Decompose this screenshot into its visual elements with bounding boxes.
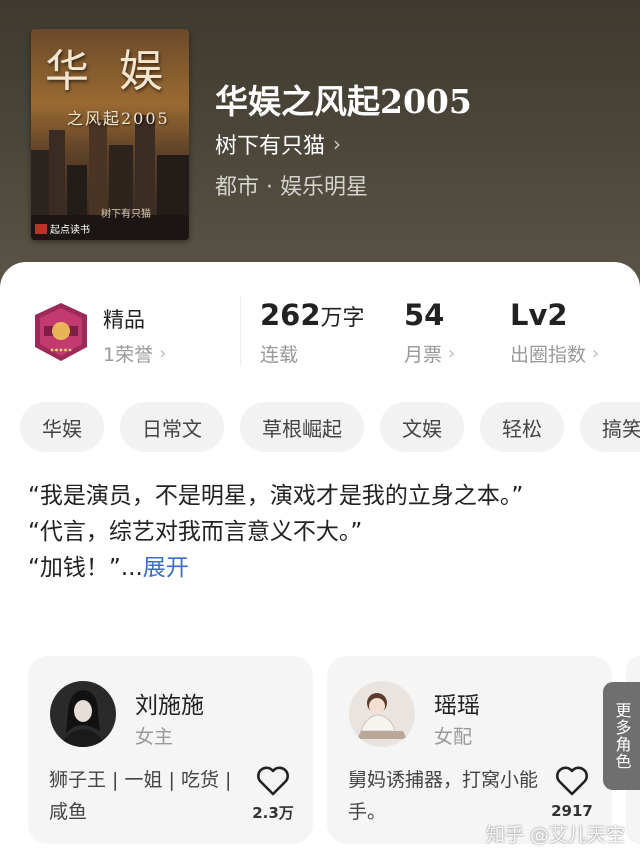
- book-title: 华娱之风起2005: [215, 82, 472, 121]
- cover-subtitle: 之风起2005: [67, 109, 170, 128]
- cover-publisher: 起点读书: [35, 221, 90, 236]
- author-name: 树下有只猫: [215, 134, 326, 159]
- character-role: 女配: [434, 726, 473, 748]
- serial-status: 连载: [260, 344, 299, 366]
- tag-chip[interactable]: 华娱: [20, 402, 104, 452]
- character-name: 瑶瑶: [434, 693, 480, 719]
- character-name: 刘施施: [135, 693, 204, 719]
- book-header: 华 娱 之风起2005 树下有只猫 起点读书 华娱之风起2005 树下有只猫 ›…: [0, 0, 640, 290]
- expand-link[interactable]: 展开: [143, 555, 189, 581]
- monthly-ticket-count: 54: [404, 298, 445, 332]
- popularity-level: Lv2: [510, 298, 568, 332]
- cover-title: 华 娱: [45, 46, 171, 97]
- character-description: 狮子王 | 一姐 | 吃货 | 咸鱼: [49, 769, 232, 823]
- word-count-unit: 万字: [320, 306, 365, 331]
- character-card[interactable]: 刘施施 女主 狮子王 | 一姐 | 吃货 | 咸鱼 2.3万: [28, 656, 313, 844]
- book-cover[interactable]: 华 娱 之风起2005 树下有只猫 起点读书: [31, 29, 189, 240]
- watermark-text: 知乎 @艾儿天空: [486, 824, 626, 846]
- author-link[interactable]: 树下有只猫 ›: [215, 128, 341, 160]
- synopsis-line: “加钱！”: [28, 555, 121, 581]
- more-roles-button[interactable]: 更多角色: [603, 682, 640, 790]
- tag-list: 华娱 日常文 草根崛起 文娱 轻松 搞笑: [20, 402, 640, 452]
- more-roles-label: 更多角色: [612, 702, 632, 770]
- character-card[interactable]: 瑶瑶 女配 舅妈诱捕器，打窝小能手。 2917: [327, 656, 612, 844]
- cover-author: 树下有只猫: [101, 209, 151, 220]
- chevron-right-icon: ›: [448, 343, 456, 364]
- synopsis-ellipsis: ...: [120, 555, 143, 581]
- honor-count: 1荣誉: [103, 344, 154, 366]
- book-genre: 都市 · 娱乐明星: [215, 175, 368, 200]
- tag-chip[interactable]: 日常文: [120, 402, 224, 452]
- premium-seal-icon[interactable]: [30, 301, 92, 363]
- heart-icon[interactable]: [555, 766, 589, 796]
- tag-chip[interactable]: 轻松: [480, 402, 564, 452]
- monthly-ticket-link[interactable]: 月票 ›: [404, 340, 455, 367]
- premium-label: 精品: [103, 308, 145, 332]
- popularity-label: 出圈指数: [510, 344, 587, 366]
- character-avatar: [349, 681, 415, 747]
- chevron-right-icon: ›: [333, 132, 342, 156]
- like-count: 2.3万: [252, 804, 294, 822]
- heart-icon[interactable]: [256, 766, 290, 796]
- book-synopsis: “我是演员，不是明星，演戏才是我的立身之本。” “代言，综艺对我而言意义不大。”…: [28, 478, 613, 586]
- like-count: 2917: [551, 802, 593, 820]
- chevron-right-icon: ›: [159, 343, 167, 364]
- monthly-ticket-label: 月票: [404, 344, 443, 366]
- honor-link[interactable]: 1荣誉 ›: [103, 340, 166, 367]
- tag-chip[interactable]: 搞笑: [580, 402, 640, 452]
- chevron-right-icon: ›: [592, 343, 600, 364]
- synopsis-line: “我是演员，不是明星，演戏才是我的立身之本。”: [28, 483, 524, 509]
- synopsis-line-last: “加钱！”...展开: [28, 550, 613, 586]
- tag-chip[interactable]: 文娱: [380, 402, 464, 452]
- publisher-logo-icon: [35, 223, 47, 234]
- character-avatar: [50, 681, 116, 747]
- word-count: 262万字: [260, 298, 365, 332]
- publisher-name: 起点读书: [50, 225, 90, 236]
- synopsis-line: “代言，综艺对我而言意义不大。”: [28, 519, 363, 545]
- character-role: 女主: [135, 726, 174, 748]
- tag-chip[interactable]: 草根崛起: [240, 402, 364, 452]
- popularity-link[interactable]: 出圈指数 ›: [510, 340, 599, 367]
- character-description: 舅妈诱捕器，打窝小能手。: [348, 769, 539, 823]
- word-count-value: 262: [260, 298, 321, 332]
- stats-divider: [240, 296, 241, 366]
